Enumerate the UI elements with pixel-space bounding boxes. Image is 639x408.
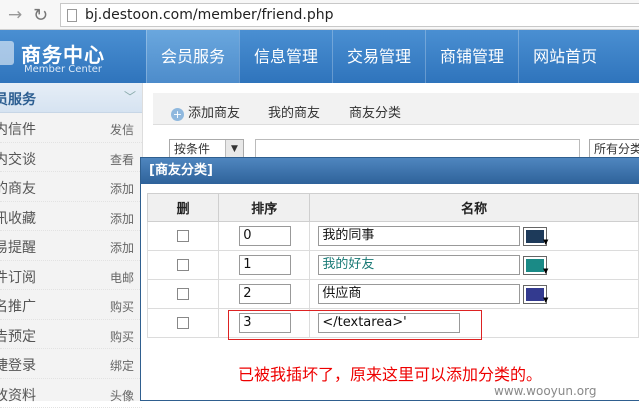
injection-highlight-box — [228, 310, 482, 340]
reload-icon[interactable]: ↻ — [33, 5, 48, 26]
sidebar-item[interactable]: 易提醒 添加 — [0, 231, 142, 261]
sidebar-item[interactable]: 件订阅 电邮 — [0, 261, 142, 291]
delete-checkbox[interactable] — [177, 259, 189, 271]
menu-member-service[interactable]: 会员服务 — [146, 30, 239, 83]
color-picker[interactable]: ▼ — [523, 285, 547, 304]
sidebar-item-label[interactable]: 内信件 — [0, 119, 36, 139]
menu-trade-manage[interactable]: 交易管理 — [332, 30, 425, 83]
color-dropdown-icon: ▼ — [543, 238, 548, 246]
sidebar-item-label[interactable]: 的商友 — [0, 178, 36, 198]
menu-shop-manage[interactable]: 商铺管理 — [425, 30, 518, 83]
menu-site-home[interactable]: 网站首页 — [518, 30, 611, 83]
name-input[interactable]: 我的好友 — [318, 255, 520, 275]
add-icon: + — [171, 108, 184, 121]
watermark: www.wooyun.org — [494, 384, 596, 398]
sidebar-item-action[interactable]: 查看 — [110, 151, 134, 168]
sidebar-item-action[interactable]: 购买 — [110, 298, 134, 315]
sidebar-item-action[interactable]: 添加 — [110, 180, 134, 197]
order-input[interactable]: 0 — [239, 226, 291, 246]
browser-toolbar: → ↻ bj.destoon.com/member/friend.php — [0, 0, 639, 30]
annotation-note: 已被我插坏了，原来这里可以添加分类的。 — [238, 361, 542, 385]
tab-friend-category[interactable]: 商友分类 — [349, 102, 401, 121]
sidebar-item[interactable]: 改资料头像 — [0, 379, 142, 408]
sidebar-item-label[interactable]: 名推广 — [0, 296, 36, 316]
sidebar-item[interactable]: 内交谈 查看 — [0, 143, 142, 173]
delete-checkbox[interactable] — [177, 230, 189, 242]
sidebar-item[interactable]: 内信件 发信 — [0, 113, 142, 143]
back-arrow-icon[interactable]: → — [8, 5, 22, 25]
color-dropdown-icon: ▼ — [543, 296, 548, 304]
sidebar: 员服务 ﹀ 内信件发信 内交谈查看 的商友添加 讯收藏添加 易提醒添加 件订阅电… — [0, 83, 143, 401]
sidebar-item-action[interactable]: 购买 — [110, 328, 134, 345]
category-select[interactable]: 所有分类 — [589, 139, 639, 159]
chevron-down-icon[interactable]: ﹀ — [124, 88, 136, 105]
delete-checkbox[interactable] — [177, 288, 189, 300]
table-header-row: 删 排序 名称 — [148, 194, 639, 222]
color-swatch — [526, 288, 544, 301]
dialog-title[interactable]: [商友分类] — [141, 158, 639, 184]
tab-my-friends[interactable]: 我的商友 — [268, 102, 320, 121]
sidebar-item[interactable]: 捷登录 绑定 — [0, 349, 142, 379]
menu-info-manage[interactable]: 信息管理 — [239, 30, 332, 83]
url-text: bj.destoon.com/member/friend.php — [85, 7, 334, 23]
sidebar-item[interactable]: 名推广 购买 — [0, 290, 142, 320]
order-input[interactable]: 1 — [239, 255, 291, 275]
sidebar-item-label[interactable]: 易提醒 — [0, 237, 36, 257]
table-row: 2 供应商 ▼ — [148, 280, 639, 309]
sidebar-item[interactable]: 的商友 添加 — [0, 172, 142, 202]
keyword-input[interactable] — [255, 139, 580, 159]
color-dropdown-icon: ▼ — [543, 267, 548, 275]
color-swatch — [526, 230, 544, 243]
table-row: 0 我的同事 ▼ — [148, 222, 639, 251]
sidebar-item-action[interactable]: 发信 — [110, 121, 134, 138]
sidebar-item-label[interactable]: 内交谈 — [0, 149, 36, 169]
sidebar-item-label[interactable]: 告预定 — [0, 326, 36, 346]
table-row: 1 我的好友 ▼ — [148, 251, 639, 280]
delete-checkbox[interactable] — [177, 317, 189, 329]
address-bar[interactable]: bj.destoon.com/member/friend.php — [60, 3, 639, 27]
name-input[interactable]: 我的同事 — [318, 226, 520, 246]
header-delete: 删 — [148, 194, 219, 222]
page-icon — [67, 9, 77, 22]
top-menu: 会员服务 信息管理 交易管理 商铺管理 网站首页 — [146, 30, 611, 83]
sidebar-item-action[interactable]: 绑定 — [110, 357, 134, 374]
sidebar-item-label[interactable]: 捷登录 — [0, 355, 36, 375]
dropdown-arrow-icon[interactable]: ▼ — [225, 140, 243, 158]
color-swatch — [526, 259, 544, 272]
color-picker[interactable]: ▼ — [523, 227, 547, 246]
sidebar-item-label[interactable]: 改资料 — [0, 385, 36, 405]
sidebar-section-header[interactable]: 员服务 ﹀ — [0, 83, 142, 113]
logo-subtitle: Member Center — [24, 64, 102, 75]
order-input[interactable]: 2 — [239, 284, 291, 304]
sidebar-item-label[interactable]: 讯收藏 — [0, 208, 36, 228]
color-picker[interactable]: ▼ — [523, 256, 547, 275]
tab-add-friend-label: 添加商友 — [188, 106, 240, 121]
header-name: 名称 — [310, 194, 639, 222]
sidebar-item-label[interactable]: 件订阅 — [0, 267, 36, 287]
tab-bar: + 添加商友 我的商友 商友分类 — [153, 93, 639, 125]
sidebar-item-action[interactable]: 电邮 — [110, 269, 134, 286]
site-header: 商务中心 Member Center 会员服务 信息管理 交易管理 商铺管理 网… — [0, 30, 639, 83]
sidebar-item[interactable]: 告预定 购买 — [0, 320, 142, 350]
condition-select[interactable]: 按条件 ▼ — [169, 139, 244, 159]
tab-add-friend[interactable]: + 添加商友 — [171, 102, 240, 121]
sidebar-section-title: 员服务 — [0, 89, 36, 109]
condition-select-value: 按条件 — [174, 142, 210, 156]
logo[interactable]: 商务中心 Member Center — [0, 30, 146, 83]
sidebar-item[interactable]: 讯收藏 添加 — [0, 202, 142, 232]
sidebar-item-action[interactable]: 添加 — [110, 239, 134, 256]
name-input[interactable]: 供应商 — [318, 284, 520, 304]
sidebar-item-action[interactable]: 添加 — [110, 210, 134, 227]
header-order: 排序 — [219, 194, 310, 222]
logo-mark-icon — [0, 41, 14, 65]
